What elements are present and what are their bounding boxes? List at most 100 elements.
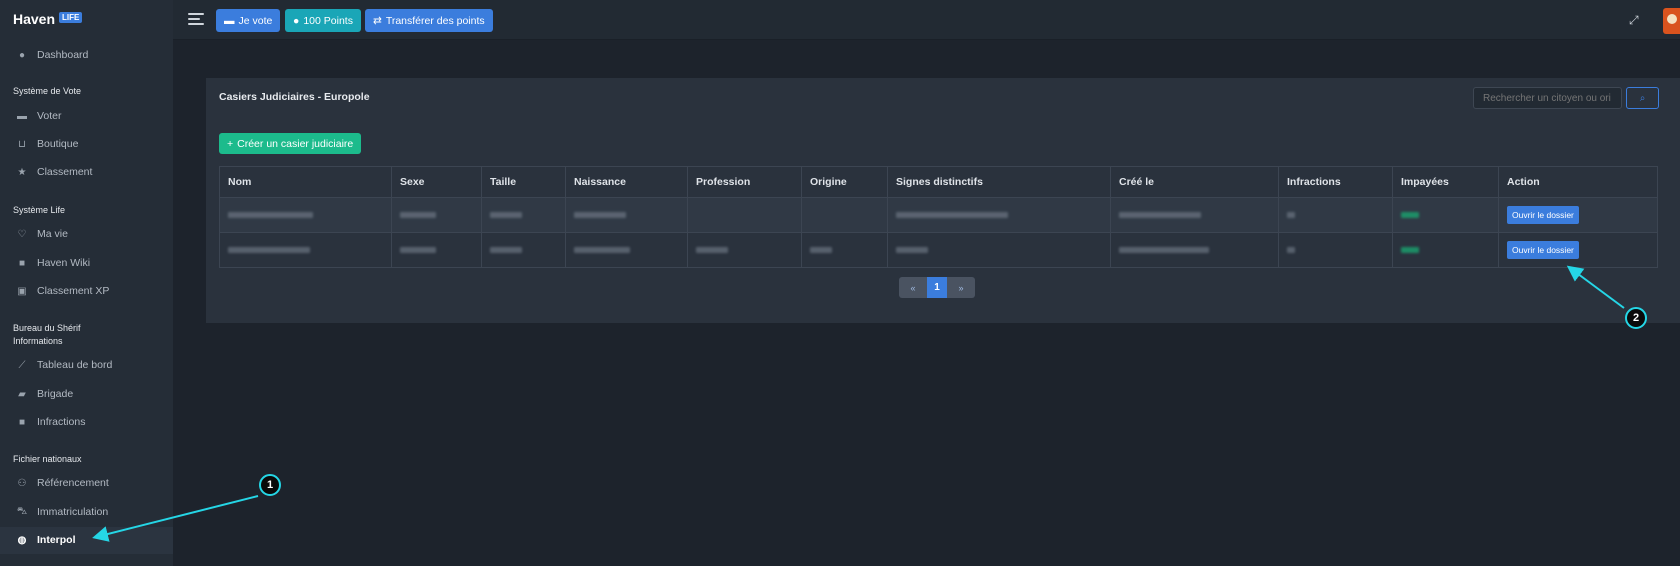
transfer-button-label: Transférer des points — [385, 14, 485, 27]
prev-page-button[interactable]: « — [899, 277, 927, 298]
sidebar-item-label: Référencement — [37, 477, 109, 489]
cell-profession — [687, 197, 802, 233]
plus-icon: + — [227, 137, 234, 150]
exchange-icon: ⇄ — [373, 14, 382, 27]
sidebar-item-referencement[interactable]: ⚇ Référencement — [16, 473, 166, 493]
sidebar: Haven LIFE ● Dashboard Système de Vote ▬… — [0, 0, 173, 566]
page-number-button[interactable]: 1 — [927, 277, 947, 298]
table-row: Ouvrir le dossier — [219, 197, 1658, 233]
cell-infractions — [1278, 197, 1393, 233]
section-title-fichiers: Fichier nationaux — [13, 454, 82, 464]
annotation-callout-1: 1 — [259, 474, 281, 496]
search-icon: ⌕ — [1639, 92, 1646, 104]
brand-badge: LIFE — [59, 11, 83, 23]
col-header-signes[interactable]: Signes distinctifs — [887, 166, 1111, 198]
section-title-life: Système Life — [13, 205, 66, 215]
sidebar-item-voter[interactable]: ▬ Voter — [16, 106, 166, 126]
points-button[interactable]: ● 100 Points — [285, 9, 361, 32]
create-record-label: Créer un casier judiciaire — [237, 137, 354, 150]
cell-signes — [887, 232, 1111, 268]
sidebar-item-label: Immatriculation — [37, 506, 109, 518]
cell-signes — [887, 197, 1111, 233]
globe-icon: ◍ — [17, 534, 27, 546]
col-header-nom[interactable]: Nom — [219, 166, 392, 198]
cell-sexe — [391, 232, 482, 268]
sidebar-item-ma-vie[interactable]: ♡ Ma vie — [16, 224, 166, 244]
book-icon: ■ — [18, 416, 26, 428]
points-button-label: 100 Points — [303, 14, 353, 27]
next-page-button[interactable]: » — [947, 277, 975, 298]
sidebar-item-interpol[interactable]: ◍ Interpol — [16, 530, 166, 550]
avatar[interactable] — [1663, 8, 1680, 34]
create-record-button[interactable]: + Créer un casier judiciaire — [219, 133, 362, 154]
brand-logo[interactable]: Haven LIFE — [13, 11, 83, 27]
line-chart-icon: ⟋ — [18, 359, 26, 371]
cell-action: Ouvrir le dossier — [1498, 197, 1658, 233]
transfer-points-button[interactable]: ⇄ Transférer des points — [365, 9, 493, 32]
sidebar-item-classement[interactable]: ★ Classement — [16, 162, 166, 182]
cell-naissance — [565, 197, 688, 233]
heart-pulse-icon: ♡ — [17, 228, 27, 240]
table-header-row: Nom Sexe Taille Naissance Profession Ori… — [219, 166, 1658, 198]
col-header-infractions[interactable]: Infractions — [1278, 166, 1393, 198]
cell-profession — [687, 232, 802, 268]
sidebar-item-label: Haven Wiki — [37, 257, 91, 269]
col-header-sexe[interactable]: Sexe — [391, 166, 482, 198]
col-header-naissance[interactable]: Naissance — [565, 166, 688, 198]
sidebar-item-infractions[interactable]: ■ Infractions — [16, 412, 166, 432]
cell-taille — [481, 197, 566, 233]
sidebar-item-brigade[interactable]: ▰ Brigade — [16, 384, 166, 404]
users-icon: ⚇ — [17, 477, 27, 489]
star-icon: ★ — [17, 166, 27, 178]
cell-origine — [801, 197, 888, 233]
book-icon: ■ — [18, 257, 26, 269]
cell-cree-le — [1110, 232, 1279, 268]
ballot-icon: ▬ — [17, 110, 27, 122]
sidebar-item-haven-wiki[interactable]: ■ Haven Wiki — [16, 253, 166, 273]
vote-button[interactable]: ▬ Je vote — [216, 9, 281, 32]
search-button[interactable]: ⌕ — [1626, 87, 1659, 109]
cell-infractions — [1278, 232, 1393, 268]
cell-action: Ouvrir le dossier — [1498, 232, 1658, 268]
card-title: Casiers Judiciaires - Europole — [219, 91, 370, 103]
cell-impayees — [1392, 197, 1499, 233]
topbar: ▬ Je vote ● 100 Points ⇄ Transférer des … — [173, 0, 1680, 40]
table-row: Ouvrir le dossier — [219, 232, 1658, 268]
sidebar-item-label: Infractions — [37, 416, 86, 428]
search-input[interactable] — [1473, 87, 1622, 109]
menu-toggle-icon[interactable] — [188, 13, 204, 26]
sidebar-item-label: Interpol — [37, 534, 76, 546]
section-title-line: Bureau du Shérif — [13, 323, 81, 333]
truck-icon: ▰ — [18, 388, 26, 400]
info-circle-icon: ● — [18, 49, 26, 61]
col-header-profession[interactable]: Profession — [687, 166, 802, 198]
sidebar-item-label: Tableau de bord — [37, 359, 113, 371]
cell-naissance — [565, 232, 688, 268]
col-header-taille[interactable]: Taille — [481, 166, 566, 198]
sidebar-item-boutique[interactable]: ⊔ Boutique — [16, 134, 166, 154]
money-bag-icon: ● — [293, 14, 300, 27]
cell-origine — [801, 232, 888, 268]
cell-impayees — [1392, 232, 1499, 268]
sidebar-item-label: Boutique — [37, 138, 79, 150]
sidebar-item-label: Dashboard — [37, 49, 89, 61]
col-header-cree-le[interactable]: Créé le — [1110, 166, 1279, 198]
col-header-impayees[interactable]: Impayées — [1392, 166, 1499, 198]
cell-nom — [219, 232, 392, 268]
ballot-icon: ▬ — [224, 14, 235, 27]
annotation-callout-2: 2 — [1625, 307, 1647, 329]
cell-nom — [219, 197, 392, 233]
section-title-sherif: Bureau du Shérif Informations — [13, 322, 81, 348]
vote-button-label: Je vote — [238, 14, 273, 27]
col-header-origine[interactable]: Origine — [801, 166, 888, 198]
double-chevron-right-icon: » — [958, 282, 964, 293]
sidebar-item-tableau-de-bord[interactable]: ⟋ Tableau de bord — [16, 355, 166, 375]
section-title-vote: Système de Vote — [13, 86, 82, 96]
sidebar-item-classement-xp[interactable]: ▣ Classement XP — [16, 281, 166, 301]
sidebar-item-label: Classement XP — [37, 285, 110, 297]
sidebar-item-dashboard[interactable]: ● Dashboard — [16, 45, 166, 65]
fullscreen-icon[interactable]: ⤢ — [1629, 13, 1643, 27]
open-file-button[interactable]: Ouvrir le dossier — [1507, 241, 1579, 259]
sidebar-item-immatriculation[interactable]: ⛍ Immatriculation — [16, 502, 166, 522]
open-file-button[interactable]: Ouvrir le dossier — [1507, 206, 1579, 224]
